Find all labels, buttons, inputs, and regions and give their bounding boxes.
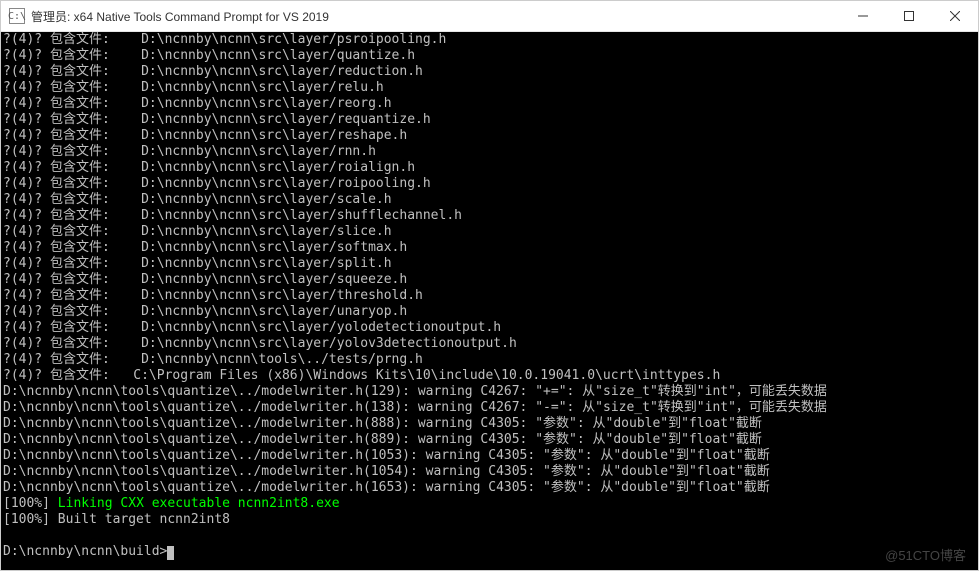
include-line: ?(4)? 包含文件: D:\ncnnby\ncnn\src\layer/rnn… bbox=[3, 144, 976, 160]
window-controls bbox=[840, 1, 978, 31]
include-line: ?(4)? 包含文件: D:\ncnnby\ncnn\src\layer/psr… bbox=[3, 32, 976, 48]
include-line: ?(4)? 包含文件: D:\ncnnby\ncnn\src\layer/req… bbox=[3, 112, 976, 128]
include-line: ?(4)? 包含文件: D:\ncnnby\ncnn\src\layer/roi… bbox=[3, 176, 976, 192]
prompt-line: D:\ncnnby\ncnn\build> bbox=[3, 544, 976, 560]
include-line: ?(4)? 包含文件: D:\ncnnby\ncnn\src\layer/yol… bbox=[3, 320, 976, 336]
window-title: 管理员: x64 Native Tools Command Prompt for… bbox=[31, 8, 840, 25]
include-line: ?(4)? 包含文件: D:\ncnnby\ncnn\src\layer/qua… bbox=[3, 48, 976, 64]
include-line: ?(4)? 包含文件: D:\ncnnby\ncnn\src\layer/thr… bbox=[3, 288, 976, 304]
include-line: ?(4)? 包含文件: D:\ncnnby\ncnn\src\layer/red… bbox=[3, 64, 976, 80]
include-line: ?(4)? 包含文件: D:\ncnnby\ncnn\src\layer/spl… bbox=[3, 256, 976, 272]
include-line: ?(4)? 包含文件: D:\ncnnby\ncnn\src\layer/roi… bbox=[3, 160, 976, 176]
include-line: ?(4)? 包含文件: D:\ncnnby\ncnn\src\layer/res… bbox=[3, 128, 976, 144]
blank-line bbox=[3, 528, 976, 544]
include-line: ?(4)? 包含文件: D:\ncnnby\ncnn\tools\../test… bbox=[3, 352, 976, 368]
include-line: ?(4)? 包含文件: D:\ncnnby\ncnn\src\layer/yol… bbox=[3, 336, 976, 352]
include-line: ?(4)? 包含文件: D:\ncnnby\ncnn\src\layer/sli… bbox=[3, 224, 976, 240]
include-line: ?(4)? 包含文件: D:\ncnnby\ncnn\src\layer/rel… bbox=[3, 80, 976, 96]
warning-line: D:\ncnnby\ncnn\tools\quantize\../modelwr… bbox=[3, 480, 976, 496]
warning-line: D:\ncnnby\ncnn\tools\quantize\../modelwr… bbox=[3, 464, 976, 480]
linking-line: [100%] Linking CXX executable ncnn2int8.… bbox=[3, 496, 976, 512]
warning-line: D:\ncnnby\ncnn\tools\quantize\../modelwr… bbox=[3, 400, 976, 416]
terminal-output[interactable]: ?(4)? 包含文件: D:\ncnnby\ncnn\src\layer/psr… bbox=[1, 32, 978, 570]
warning-line: D:\ncnnby\ncnn\tools\quantize\../modelwr… bbox=[3, 416, 976, 432]
include-line: ?(4)? 包含文件: D:\ncnnby\ncnn\src\layer/squ… bbox=[3, 272, 976, 288]
close-button[interactable] bbox=[932, 1, 978, 31]
include-line: ?(4)? 包含文件: D:\ncnnby\ncnn\src\layer/reo… bbox=[3, 96, 976, 112]
app-icon: C:\ bbox=[9, 8, 25, 24]
maximize-button[interactable] bbox=[886, 1, 932, 31]
built-line: [100%] Built target ncnn2int8 bbox=[3, 512, 976, 528]
warning-line: D:\ncnnby\ncnn\tools\quantize\../modelwr… bbox=[3, 448, 976, 464]
include-line: ?(4)? 包含文件: C:\Program Files (x86)\Windo… bbox=[3, 368, 976, 384]
include-line: ?(4)? 包含文件: D:\ncnnby\ncnn\src\layer/sca… bbox=[3, 192, 976, 208]
warning-line: D:\ncnnby\ncnn\tools\quantize\../modelwr… bbox=[3, 432, 976, 448]
minimize-button[interactable] bbox=[840, 1, 886, 31]
include-line: ?(4)? 包含文件: D:\ncnnby\ncnn\src\layer/shu… bbox=[3, 208, 976, 224]
app-window: C:\ 管理员: x64 Native Tools Command Prompt… bbox=[0, 0, 979, 571]
include-line: ?(4)? 包含文件: D:\ncnnby\ncnn\src\layer/sof… bbox=[3, 240, 976, 256]
warning-line: D:\ncnnby\ncnn\tools\quantize\../modelwr… bbox=[3, 384, 976, 400]
include-line: ?(4)? 包含文件: D:\ncnnby\ncnn\src\layer/una… bbox=[3, 304, 976, 320]
titlebar[interactable]: C:\ 管理员: x64 Native Tools Command Prompt… bbox=[1, 1, 978, 32]
